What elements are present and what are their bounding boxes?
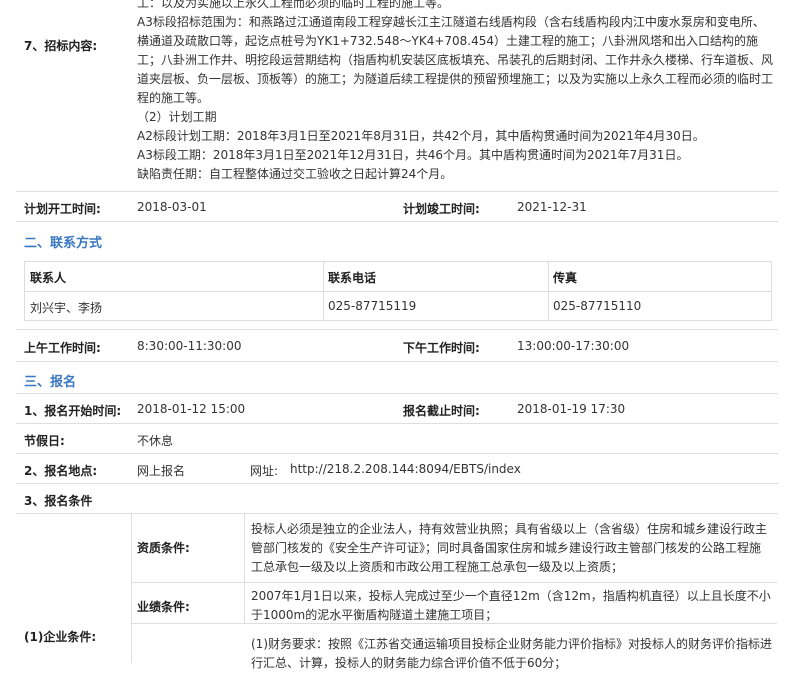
registration-section-row (16, 362, 778, 394)
bidding-line: A2标段计划工期：2018年3月1日至2021年8月31日，共42个月，其中盾构… (137, 129, 705, 143)
registration-conditions-row (16, 484, 778, 514)
bidding-line: （2）计划工期 (137, 110, 217, 124)
registration-url-label: 网址: (250, 464, 279, 478)
holiday-value: 不休息 (137, 434, 174, 448)
holiday-label: 节假日: (24, 434, 65, 448)
bidding-line: 道夹层板、负一层板、顶板等）的施工；为隧道后续工程提供的预留预埋施工；以及为实施… (137, 72, 774, 86)
performance-label: 业绩条件: (137, 600, 190, 614)
bidding-content-label: 7、招标内容: (24, 39, 98, 53)
tender-notice-page: 7、招标内容: 工：以及为实施以上永久工程而必须的临时工程的施工等。 A3标段招… (0, 0, 801, 670)
bidding-line: 程的施工等。 (137, 91, 210, 105)
schedule-row (16, 192, 778, 222)
am-hours-value: 8:30:00-11:30:00 (137, 339, 242, 353)
registration-section-title: 三、报名 (24, 375, 77, 390)
planned-start-value: 2018-03-01 (137, 200, 207, 214)
holiday-row (16, 424, 778, 454)
registration-place-value: 网上报名 (137, 464, 186, 478)
planned-end-label: 计划竣工时间: (403, 202, 480, 216)
performance-text: 2007年1月1日以来，投标人完成过至少一个直径12m（含12m，指盾构机直径）… (251, 587, 776, 625)
bidding-line: A3标段工期：2018年3月1日至2021年12月31日，共46个月。其中盾构贯… (137, 148, 689, 162)
finance-line: 行汇总、计算，投标人的财务能力综合评价值不低于60分； (251, 656, 567, 670)
registration-end-label: 报名截止时间: (403, 404, 480, 418)
qualification-line: 管部门核发的《安全生产许可证》；同时具备国家住房和城乡建设行政主管部门核发的公路… (251, 541, 762, 555)
contact-section-row (16, 222, 778, 256)
pm-hours-value: 13:00:00-17:30:00 (517, 339, 630, 353)
contact-section-title: 二、联系方式 (24, 236, 103, 251)
contact-table-bottom (16, 256, 778, 330)
registration-start-value: 2018-01-12 15:00 (137, 402, 246, 416)
performance-line: 2007年1月1日以来，投标人完成过至少一个直径12m（含12m，指盾构机直径）… (251, 589, 771, 603)
planned-start-label: 计划开工时间: (24, 202, 101, 216)
qualification-line: 工总承包一级及以上资质和市政公用工程施工总承包一级及以上资质； (251, 560, 624, 574)
performance-line: 于1000m的泥水平衡盾构隧道土建施工项目； (251, 608, 498, 622)
qualification-line: 投标人必须是独立的企业法人，持有效营业执照；具有省级以上（含省级）住房和城乡建设… (251, 522, 768, 536)
qualification-text: 投标人必须是独立的企业法人，持有效营业执照；具有省级以上（含省级）住房和城乡建设… (251, 520, 776, 577)
working-hours-row (16, 330, 778, 362)
bidding-line: 缺陷责任期：自工程整体通过交工验收之日起计算24个月。 (137, 167, 453, 181)
bidding-line: 横通道及疏散口等，起讫点桩号为YK1+732.548～YK4+708.454）土… (137, 34, 759, 48)
registration-url-link[interactable]: http://218.2.208.144:8094/EBTS/index (290, 462, 521, 476)
enterprise-conditions-label: (1)企业条件: (24, 630, 97, 644)
registration-start-label: 1、报名开始时间: (24, 404, 122, 418)
am-hours-label: 上午工作时间: (24, 341, 101, 355)
planned-end-value: 2021-12-31 (517, 200, 587, 214)
qualification-label: 资质条件: (137, 541, 190, 555)
pm-hours-label: 下午工作时间: (403, 341, 480, 355)
bidding-line: A3标段招标范围为：和燕路过江通道南段工程穿越长江主江隧道右线盾构段（含右线盾构… (137, 15, 765, 29)
registration-place-label: 2、报名地点: (24, 464, 98, 478)
registration-end-value: 2018-01-19 17:30 (517, 402, 626, 416)
bidding-content-text: 工：以及为实施以上永久工程而必须的临时工程的施工等。 A3标段招标范围为：和燕路… (137, 0, 777, 184)
bidding-line: 工：以及为实施以上永久工程而必须的临时工程的施工等。 (137, 0, 450, 10)
registration-conditions-label: 3、报名条件 (24, 494, 93, 508)
registration-time-row (16, 394, 778, 424)
finance-line: (1)财务要求：按照《江苏省交通运输项目投标企业财务能力评价指标》对投标人的财务… (251, 637, 773, 651)
bidding-line: 工；八卦洲工作井、明挖段运营期结构（指盾构机安装区底板填充、吊装孔的后期封闭、工… (137, 53, 774, 67)
finance-text: (1)财务要求：按照《江苏省交通运输项目投标企业财务能力评价指标》对投标人的财务… (251, 635, 776, 673)
